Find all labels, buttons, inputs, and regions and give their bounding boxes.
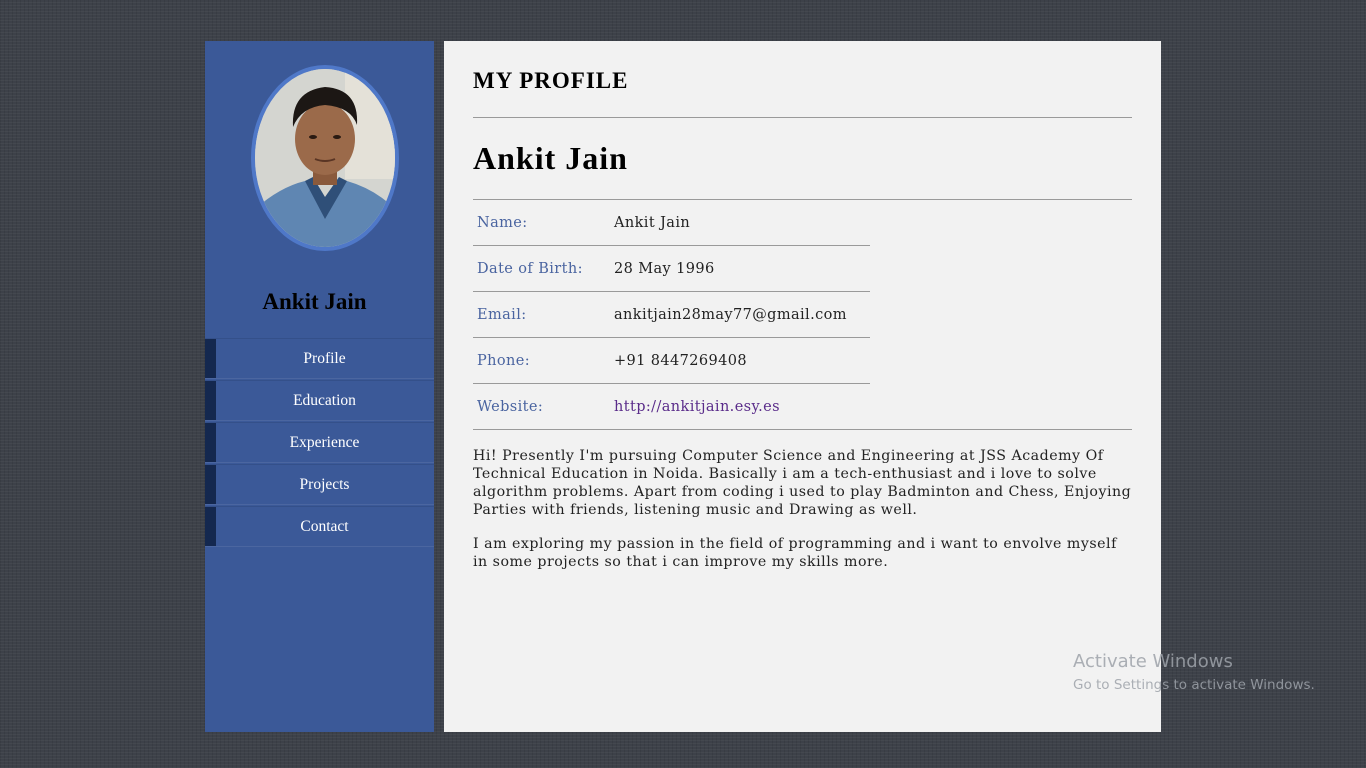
about-paragraph: I am exploring my passion in the field o… (473, 536, 1117, 570)
detail-value: +91 8447269408 (614, 353, 748, 369)
detail-value: ankitjain28may77@gmail.com (614, 307, 847, 323)
website-link[interactable]: http://ankitjain.esy.es (614, 399, 780, 415)
detail-row-website: Website: http://ankitjain.esy.es (473, 384, 1132, 430)
detail-row-phone: Phone: +91 8447269408 (473, 338, 1132, 384)
title-divider (473, 117, 1132, 118)
profile-photo (255, 69, 395, 247)
detail-label: Date of Birth: (477, 261, 583, 277)
about-section: Hi! Presently I'm pursuing Computer Scie… (473, 447, 1133, 587)
details-table: Name: Ankit Jain Date of Birth: 28 May 1… (473, 200, 1132, 430)
activate-windows-watermark: Activate Windows Go to Settings to activ… (1073, 651, 1315, 693)
about-paragraph: Hi! Presently I'm pursuing Computer Scie… (473, 448, 1132, 518)
page-title: MY PROFILE (473, 68, 629, 93)
watermark-subtitle: Go to Settings to activate Windows. (1073, 677, 1315, 693)
detail-label: Phone: (477, 353, 531, 369)
sidebar: Ankit Jain Profile Education Experience … (205, 41, 434, 732)
detail-label: Website: (477, 399, 544, 415)
detail-label: Name: (477, 215, 528, 231)
nav-item-contact[interactable]: Contact (205, 506, 434, 547)
watermark-title: Activate Windows (1073, 651, 1233, 672)
sidebar-nav: Profile Education Experience Projects Co… (205, 338, 434, 547)
detail-label: Email: (477, 307, 527, 323)
sidebar-name: Ankit Jain (262, 289, 367, 314)
nav-item-experience[interactable]: Experience (205, 422, 434, 463)
nav-item-education[interactable]: Education (205, 380, 434, 421)
detail-value: Ankit Jain (614, 215, 691, 231)
detail-row-email: Email: ankitjain28may77@gmail.com (473, 292, 1132, 338)
detail-row-dob: Date of Birth: 28 May 1996 (473, 246, 1132, 292)
main-panel: MY PROFILE Ankit Jain Name: Ankit Jain D… (444, 41, 1161, 732)
nav-item-profile[interactable]: Profile (205, 338, 434, 379)
detail-row-name: Name: Ankit Jain (473, 200, 1132, 246)
detail-value: 28 May 1996 (614, 261, 715, 277)
nav-item-projects[interactable]: Projects (205, 464, 434, 505)
avatar (251, 65, 399, 251)
details-divider (473, 429, 1132, 430)
profile-name: Ankit Jain (473, 140, 628, 176)
